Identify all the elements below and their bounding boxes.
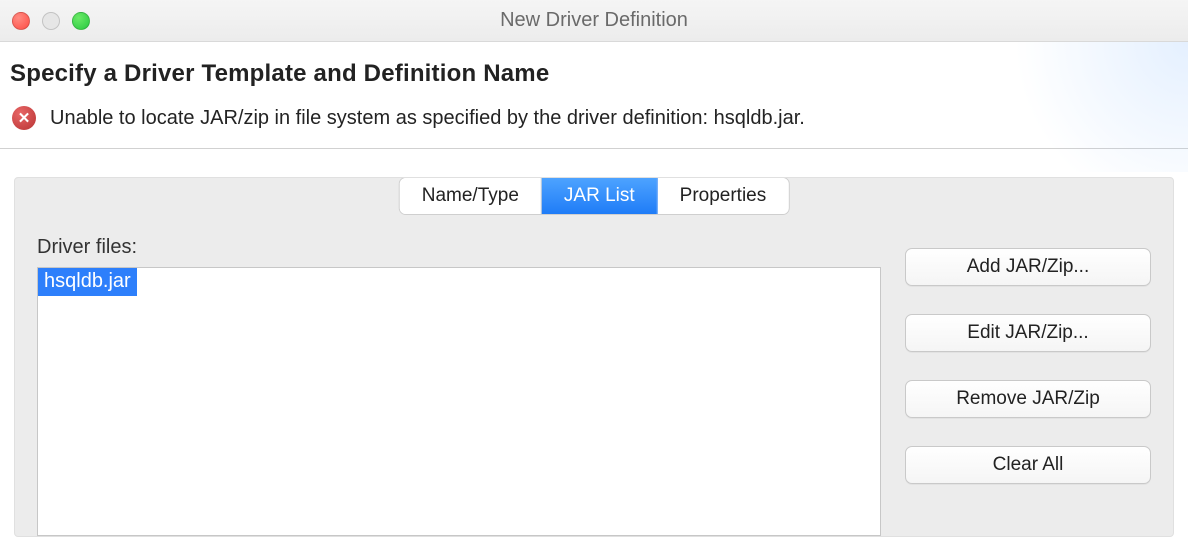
dialog-header: Specify a Driver Template and Definition…	[0, 42, 1188, 149]
jar-list-left-column: Driver files: hsqldb.jar	[37, 236, 881, 536]
tab-properties[interactable]: Properties	[658, 178, 789, 214]
clear-all-button[interactable]: Clear All	[905, 446, 1151, 484]
zoom-window-button[interactable]	[72, 12, 90, 30]
jar-buttons-column: Add JAR/Zip... Edit JAR/Zip... Remove JA…	[905, 236, 1151, 536]
tab-name-type[interactable]: Name/Type	[400, 178, 542, 214]
tab-strip: Name/Type JAR List Properties	[399, 177, 790, 215]
add-jar-button[interactable]: Add JAR/Zip...	[905, 248, 1151, 286]
error-icon: ✕	[12, 106, 36, 130]
titlebar: New Driver Definition	[0, 0, 1188, 42]
body: Name/Type JAR List Properties Driver fil…	[0, 149, 1188, 537]
window-controls	[0, 12, 90, 30]
error-row: ✕ Unable to locate JAR/zip in file syste…	[10, 106, 1178, 130]
window-title: New Driver Definition	[0, 9, 1188, 32]
driver-files-list[interactable]: hsqldb.jar	[37, 267, 881, 536]
driver-files-label: Driver files:	[37, 236, 881, 259]
page-title: Specify a Driver Template and Definition…	[10, 60, 1178, 88]
minimize-window-button[interactable]	[42, 12, 60, 30]
remove-jar-button[interactable]: Remove JAR/Zip	[905, 380, 1151, 418]
edit-jar-button[interactable]: Edit JAR/Zip...	[905, 314, 1151, 352]
list-item[interactable]: hsqldb.jar	[38, 268, 137, 296]
error-message: Unable to locate JAR/zip in file system …	[50, 107, 805, 130]
jar-list-panel: Driver files: hsqldb.jar Add JAR/Zip... …	[15, 178, 1173, 536]
close-window-button[interactable]	[12, 12, 30, 30]
tab-jar-list[interactable]: JAR List	[542, 178, 658, 214]
content-pane: Name/Type JAR List Properties Driver fil…	[14, 177, 1174, 537]
